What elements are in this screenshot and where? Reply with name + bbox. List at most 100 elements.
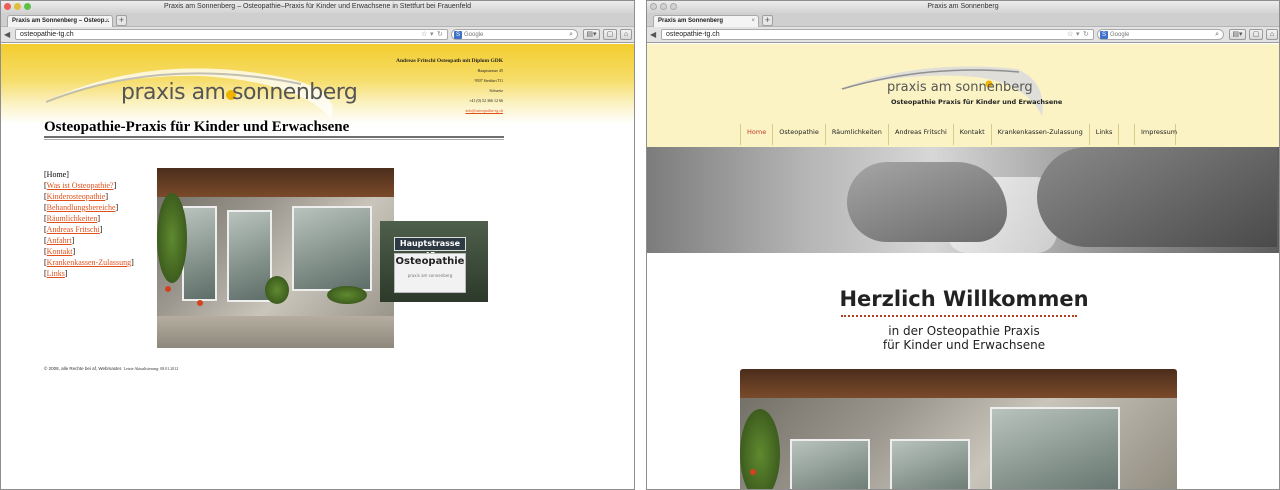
- window-title: Praxis am Sonnenberg – Osteopathie–Praxi…: [163, 3, 471, 10]
- nav-link-label[interactable]: Was ist Osteopathie?: [47, 181, 114, 190]
- new-tab-button[interactable]: +: [116, 15, 127, 26]
- nav-item[interactable]: Krankenkassen-Zulassung: [990, 124, 1090, 145]
- address-bar[interactable]: osteopathie-tg.ch ☆ ▾ ↻: [15, 29, 448, 40]
- welcome-dotted-divider: [841, 315, 1077, 318]
- photo-plant: [157, 193, 187, 283]
- browser-window-new-site: Praxis am Sonnenberg Praxis am Sonnenber…: [646, 0, 1280, 490]
- downloads-button[interactable]: ▢: [1249, 29, 1263, 40]
- zoom-window-button[interactable]: [24, 3, 31, 10]
- reload-icon[interactable]: ↻: [1083, 30, 1089, 40]
- window-controls[interactable]: [4, 3, 31, 10]
- nav-link-label[interactable]: Links: [47, 269, 65, 278]
- sidebar-nav: [Home] [Was ist Osteopathie?] [Kinderoste…: [44, 169, 134, 279]
- close-window-button[interactable]: [4, 3, 11, 10]
- nav-item-link[interactable]: [Behandlungsbereiche]: [44, 202, 134, 213]
- photo-plant: [265, 276, 289, 304]
- site-footer: © 2008, alle Rechte bei af, Webmaster. L…: [44, 366, 178, 371]
- browser-window-old-site: Praxis am Sonnenberg – Osteopathie–Praxi…: [0, 0, 635, 490]
- back-button[interactable]: ◀: [650, 29, 660, 40]
- page-content: praxis am sonnenberg Osteopathie Praxis …: [647, 44, 1279, 489]
- photo-door: [890, 439, 970, 489]
- photo-roof: [157, 168, 394, 197]
- sign-street-text: Hauptstrasse 45: [394, 237, 466, 260]
- nav-item-link[interactable]: [Kontakt]: [44, 246, 134, 257]
- minimize-window-button[interactable]: [14, 3, 21, 10]
- page-title: Osteopathie-Praxis für Kinder und Erwach…: [44, 119, 350, 135]
- footer-copyright: © 2008, alle Rechte bei af, Webmaster.: [44, 366, 123, 371]
- zoom-window-button[interactable]: [670, 3, 677, 10]
- nav-home-label: Home: [46, 170, 67, 179]
- practice-entrance-photo: [157, 168, 394, 348]
- nav-item[interactable]: Kontakt: [952, 124, 992, 145]
- photo-flower: [165, 286, 171, 292]
- browser-tab[interactable]: Praxis am Sonnenberg – Osteop... ×: [7, 15, 113, 27]
- nav-item-impressum[interactable]: Impressum: [1134, 124, 1177, 145]
- address-bar[interactable]: osteopathie-tg.ch ☆ ▾ ↻: [661, 29, 1094, 40]
- close-window-button[interactable]: [650, 3, 657, 10]
- new-tab-button[interactable]: +: [762, 15, 773, 26]
- browser-tab[interactable]: Praxis am Sonnenberg ×: [653, 15, 759, 27]
- nav-link-label[interactable]: Behandlungsbereiche: [47, 203, 116, 212]
- minimize-window-button[interactable]: [660, 3, 667, 10]
- bookmark-star-icon[interactable]: ☆: [421, 30, 427, 40]
- nav-link-label[interactable]: Kontakt: [47, 247, 73, 256]
- footer-updated: Letzte Aktualisierung: 08.01.2012: [123, 366, 179, 371]
- contact-name: Andreas Fritschi Osteopath mit Diplom GD…: [396, 58, 503, 64]
- search-field[interactable]: S Google ⌕: [451, 29, 578, 40]
- nav-item-link[interactable]: [Kinderosteopathie]: [44, 191, 134, 202]
- back-button[interactable]: ◀: [4, 29, 14, 40]
- bookmark-star-icon[interactable]: ☆: [1067, 30, 1073, 40]
- nav-toolbar: ◀ osteopathie-tg.ch ☆ ▾ ↻ S Google ⌕ ▤▾ ▢ …: [1, 27, 634, 43]
- close-tab-icon[interactable]: ×: [105, 16, 109, 27]
- dropdown-icon[interactable]: ▾: [430, 30, 434, 40]
- nav-item-link[interactable]: [Andreas Fritschi]: [44, 224, 134, 235]
- sign-main-text: Osteopathie: [395, 256, 465, 267]
- home-button[interactable]: ⌂: [620, 29, 632, 40]
- site-logo[interactable]: praxis am sonnenberg: [121, 80, 358, 105]
- nav-item[interactable]: Osteopathie: [772, 124, 826, 145]
- nav-link-label[interactable]: Anfahrt: [47, 236, 72, 245]
- photo-ground: [157, 315, 394, 348]
- welcome-line-1: in der Osteopathie Praxis: [888, 324, 1040, 338]
- photo-roof: [740, 369, 1177, 398]
- nav-item[interactable]: Links: [1088, 124, 1120, 145]
- close-tab-icon[interactable]: ×: [751, 16, 755, 27]
- tab-bar: Praxis am Sonnenberg – Osteop... × +: [1, 13, 634, 27]
- search-icon[interactable]: ⌕: [569, 30, 573, 40]
- contact-block: Andreas Fritschi Osteopath mit Diplom GD…: [396, 56, 503, 116]
- nav-item-link[interactable]: [Was ist Osteopathie?]: [44, 180, 134, 191]
- bookmarks-button[interactable]: ▤▾: [583, 29, 600, 40]
- search-engine-icon[interactable]: S: [1100, 31, 1108, 39]
- nav-item-link[interactable]: [Anfahrt]: [44, 235, 134, 246]
- title-divider: [44, 136, 504, 140]
- nav-item[interactable]: Räumlichkeiten: [824, 124, 889, 145]
- nav-link-label[interactable]: Kinderosteopathie: [47, 192, 106, 201]
- nav-item-home[interactable]: [Home]: [44, 169, 134, 180]
- tab-label: Praxis am Sonnenberg: [658, 18, 724, 24]
- search-engine-icon[interactable]: S: [454, 31, 462, 39]
- nav-link-label[interactable]: Räumlichkeiten: [47, 214, 98, 223]
- site-logo[interactable]: praxis am sonnenberg: [887, 80, 1033, 95]
- photo-flower: [750, 469, 756, 475]
- site-subtitle: Osteopathie Praxis für Kinder und Erwach…: [891, 98, 1063, 106]
- contact-email-link[interactable]: info@osteopathie-tg.ch: [396, 106, 503, 116]
- nav-item-link[interactable]: [Links]: [44, 268, 134, 279]
- bookmarks-button[interactable]: ▤▾: [1229, 29, 1246, 40]
- search-placeholder: Google: [464, 32, 484, 38]
- window-controls[interactable]: [650, 3, 677, 10]
- nav-item-link[interactable]: [Räumlichkeiten]: [44, 213, 134, 224]
- nav-item[interactable]: Home: [740, 124, 774, 145]
- search-field[interactable]: S Google ⌕: [1097, 29, 1224, 40]
- nav-item[interactable]: Andreas Fritschi: [887, 124, 954, 145]
- reload-icon[interactable]: ↻: [437, 30, 443, 40]
- home-button[interactable]: ⌂: [1266, 29, 1278, 40]
- contact-phone: +41 (0) 52 366 12 66: [469, 98, 503, 103]
- nav-link-label[interactable]: Krankenkassen-Zulassung: [47, 258, 131, 267]
- site-header: praxis am sonnenberg Andreas Fritschi Os…: [1, 44, 634, 124]
- search-icon[interactable]: ⌕: [1215, 30, 1219, 40]
- nav-link-label[interactable]: Andreas Fritschi: [47, 225, 100, 234]
- photo-window: [790, 439, 870, 489]
- downloads-button[interactable]: ▢: [603, 29, 617, 40]
- dropdown-icon[interactable]: ▾: [1076, 30, 1080, 40]
- nav-item-link[interactable]: [Krankenkassen-Zulassung]: [44, 257, 134, 268]
